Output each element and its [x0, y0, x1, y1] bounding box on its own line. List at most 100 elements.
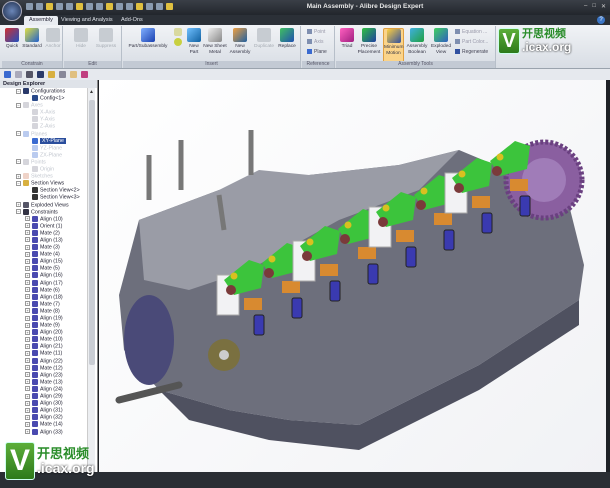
- expand-toggle[interactable]: +: [25, 429, 30, 434]
- tree-node[interactable]: + Mate (11): [0, 350, 88, 357]
- expand-toggle[interactable]: +: [25, 244, 30, 250]
- expand-toggle[interactable]: +: [25, 265, 30, 271]
- section-icon[interactable]: [48, 71, 55, 78]
- new-part-button[interactable]: New Part: [185, 28, 203, 55]
- expand-toggle[interactable]: +: [25, 315, 30, 321]
- tree-node[interactable]: + Align (10): [0, 215, 88, 223]
- expand-toggle[interactable]: −: [16, 131, 21, 137]
- equation-button[interactable]: Equation ...: [455, 29, 487, 35]
- exploded-view-button[interactable]: Exploded View: [430, 28, 452, 55]
- expand-toggle[interactable]: +: [25, 308, 30, 314]
- precise-placement-button[interactable]: Precise Placement: [357, 28, 381, 55]
- tree-node[interactable]: − Section Views: [0, 180, 88, 187]
- tree-node[interactable]: Config<1>: [0, 95, 88, 102]
- expand-toggle[interactable]: −: [16, 209, 21, 215]
- tree-node[interactable]: + Mate (4): [0, 251, 88, 258]
- expand-toggle[interactable]: +: [25, 251, 30, 257]
- expand-toggle[interactable]: +: [25, 258, 30, 264]
- tab-add-ons[interactable]: Add-Ons: [116, 16, 148, 25]
- expand-toggle[interactable]: +: [25, 343, 30, 349]
- triad-button[interactable]: Triad: [339, 28, 355, 50]
- tree-node[interactable]: − Planes: [0, 130, 88, 138]
- tree-node[interactable]: − Configurations: [0, 88, 88, 95]
- tree-node[interactable]: + Mate (14): [0, 421, 88, 428]
- tree-node[interactable]: + Mate (6): [0, 286, 88, 294]
- new-assembly-button[interactable]: New Assembly: [228, 28, 252, 55]
- new-sheet-metal-button[interactable]: New Sheet Metal: [203, 28, 227, 55]
- tab-viewing-and-analysis[interactable]: Viewing and Analysis: [56, 16, 118, 25]
- expand-toggle[interactable]: +: [25, 379, 30, 385]
- tree-scrollbar[interactable]: ▲: [87, 88, 95, 472]
- tree-node[interactable]: + Align (30): [0, 400, 88, 407]
- tree-node[interactable]: − Points: [0, 158, 88, 166]
- point-icon[interactable]: [26, 71, 33, 78]
- constraint-icon[interactable]: [81, 71, 88, 78]
- expand-toggle[interactable]: +: [25, 393, 30, 399]
- expand-toggle[interactable]: +: [25, 372, 30, 378]
- tree-node[interactable]: Z-Axis: [0, 123, 88, 130]
- expand-toggle[interactable]: +: [25, 301, 30, 307]
- duplicate-button[interactable]: Duplicate: [253, 28, 275, 50]
- suppress-button[interactable]: Suppress: [94, 28, 118, 50]
- tree-node[interactable]: + Exploded Views: [0, 201, 88, 209]
- tree-node[interactable]: Section View<2>: [0, 187, 88, 194]
- tree-node[interactable]: + Align (32): [0, 414, 88, 421]
- tree-node[interactable]: + Orient (1): [0, 222, 88, 230]
- tree-node[interactable]: YZ-Plane: [0, 144, 88, 152]
- expand-toggle[interactable]: −: [16, 102, 21, 108]
- expand-toggle[interactable]: +: [16, 173, 21, 179]
- replace-button[interactable]: Replace: [276, 28, 298, 50]
- tree-node[interactable]: + Mate (12): [0, 364, 88, 372]
- assembly-boolean-button[interactable]: Assembly Boolean: [406, 28, 428, 55]
- plane-icon[interactable]: [4, 71, 11, 78]
- expand-toggle[interactable]: +: [25, 294, 30, 300]
- tree-node[interactable]: Y-Axis: [0, 116, 88, 123]
- tree-node[interactable]: + Align (19): [0, 315, 88, 322]
- quick-button[interactable]: Quick: [4, 28, 20, 50]
- expand-toggle[interactable]: +: [25, 386, 30, 392]
- minimize-button[interactable]: –: [584, 3, 587, 10]
- tree-node[interactable]: − Axes: [0, 102, 88, 109]
- maximize-button[interactable]: □: [592, 3, 596, 10]
- expand-toggle[interactable]: +: [25, 414, 30, 420]
- axis-button[interactable]: Axis: [307, 39, 323, 45]
- expand-toggle[interactable]: +: [25, 329, 30, 335]
- tree-node[interactable]: X-Axis: [0, 109, 88, 116]
- regenerate-button[interactable]: Regenerate: [455, 49, 488, 55]
- anchor-button[interactable]: Anchor: [44, 28, 62, 50]
- hide-button[interactable]: Hide: [74, 28, 88, 50]
- tree-node[interactable]: + Mate (9): [0, 322, 88, 329]
- tree-node[interactable]: Section View<3>: [0, 194, 88, 201]
- tree-node[interactable]: Origin: [0, 166, 88, 173]
- filter-icon[interactable]: [70, 71, 77, 78]
- expand-toggle[interactable]: +: [25, 400, 30, 406]
- tree-node[interactable]: + Align (20): [0, 329, 88, 336]
- tree-node[interactable]: + Align (24): [0, 385, 88, 393]
- expand-toggle[interactable]: −: [16, 180, 21, 186]
- expand-toggle[interactable]: +: [25, 216, 30, 222]
- expand-toggle[interactable]: −: [16, 159, 21, 165]
- tree-node[interactable]: + Sketches: [0, 173, 88, 180]
- tree-node[interactable]: + Align (16): [0, 272, 88, 279]
- expand-toggle[interactable]: +: [25, 358, 30, 364]
- plane-button[interactable]: Plane: [307, 49, 327, 55]
- tree-node[interactable]: + Mate (10): [0, 336, 88, 343]
- tree-node[interactable]: + Mate (3): [0, 244, 88, 251]
- expand-toggle[interactable]: +: [25, 223, 30, 229]
- close-button[interactable]: ✕: [601, 3, 606, 10]
- expand-toggle[interactable]: +: [25, 322, 30, 328]
- expand-toggle[interactable]: +: [25, 287, 30, 293]
- tree-node[interactable]: + Align (31): [0, 407, 88, 414]
- tree-node[interactable]: XY-Plane: [0, 137, 88, 145]
- insert-small-button[interactable]: [173, 28, 183, 48]
- tree-node[interactable]: + Mate (7): [0, 300, 88, 308]
- tree-node[interactable]: + Mate (13): [0, 378, 88, 386]
- tree-node[interactable]: + Align (29): [0, 393, 88, 400]
- tree-node[interactable]: + Align (21): [0, 343, 88, 350]
- expand-toggle[interactable]: +: [25, 230, 30, 236]
- tab-assembly[interactable]: Assembly: [24, 16, 58, 25]
- tree-node[interactable]: + Align (22): [0, 357, 88, 365]
- expand-toggle[interactable]: +: [25, 280, 30, 286]
- expand-toggle[interactable]: +: [25, 365, 30, 371]
- sketch-icon[interactable]: [59, 71, 66, 78]
